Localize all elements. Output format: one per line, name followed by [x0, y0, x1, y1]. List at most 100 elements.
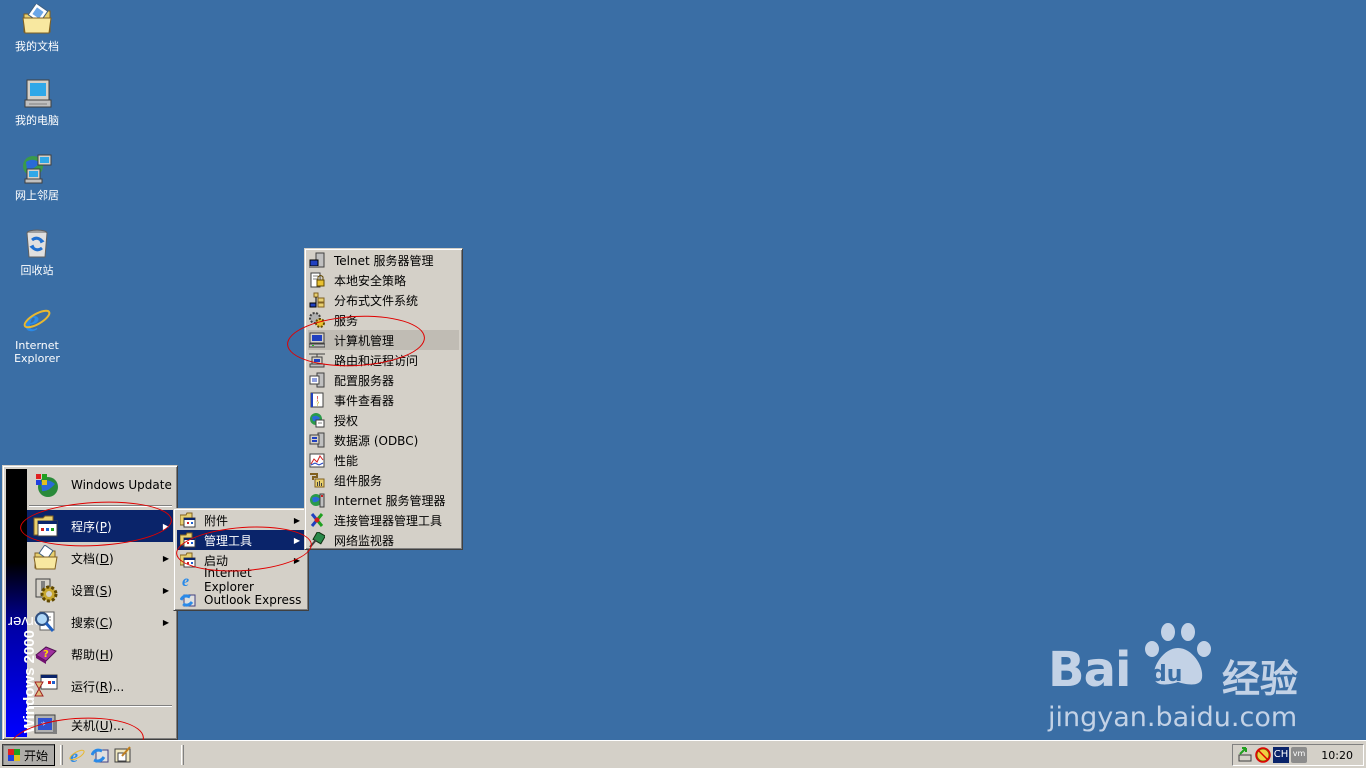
quicklaunch-ie[interactable]: e — [68, 746, 86, 766]
start-item-programs[interactable]: 程序(P) ▶ — [27, 510, 174, 542]
start-item-label: 程序(P) — [71, 519, 112, 534]
computer-management-icon — [308, 332, 326, 348]
start-item-documents[interactable]: 文档(D) ▶ — [27, 542, 174, 574]
admin-item-label: 组件服务 — [334, 473, 383, 488]
run-icon — [33, 673, 59, 699]
admin-item-performance[interactable]: 性能 — [308, 450, 459, 470]
desktop-icon-internet-explorer[interactable]: e Internet Explorer — [0, 302, 74, 365]
admin-item-label: 事件查看器 — [334, 393, 395, 408]
quicklaunch-show-desktop[interactable] — [114, 746, 132, 764]
windows-logo-icon — [7, 748, 21, 762]
start-button-label: 开始 — [24, 748, 49, 763]
svg-text:e: e — [182, 573, 189, 588]
outlook-express-icon — [179, 592, 196, 608]
help-icon: ? — [33, 641, 59, 667]
language-indicator[interactable]: CH — [1273, 747, 1289, 763]
desktop-icon-label: Explorer — [14, 352, 60, 365]
clock[interactable]: 10:20 — [1321, 749, 1353, 762]
ie-icon: e — [69, 746, 85, 766]
shutdown-icon: * — [33, 712, 59, 738]
admin-item-routing-remote-access[interactable]: 路由和远程访问 — [308, 350, 459, 370]
start-item-help[interactable]: ? 帮助(H) — [27, 638, 174, 670]
taskbar-grip[interactable] — [60, 745, 63, 765]
volume-muted-icon[interactable] — [1255, 747, 1271, 763]
admin-item-services[interactable]: 服务 — [308, 310, 459, 330]
start-item-label: 文档(D) — [71, 551, 114, 566]
watermark-product: 经验 — [1222, 657, 1299, 701]
admin-item-label: Telnet 服务器管理 — [334, 253, 434, 268]
telnet-server-icon — [309, 252, 325, 268]
watermark-du: du — [1151, 662, 1183, 687]
start-item-search[interactable]: 搜索(C) ▶ — [27, 606, 174, 638]
admin-item-label: 路由和远程访问 — [334, 353, 419, 368]
windows-update-icon — [33, 472, 59, 498]
watermark-brand: Bai — [1048, 642, 1131, 698]
start-item-windows-update[interactable]: Windows Update — [27, 469, 174, 501]
admin-item-component-services[interactable]: 组件服务 — [308, 470, 459, 490]
start-item-settings[interactable]: 设置(S) ▶ — [27, 574, 174, 606]
network-monitor-icon — [309, 530, 327, 548]
desktop-icon-label: 回收站 — [20, 264, 54, 277]
programs-menu: 附件 ▶ 管理工具 ▶ 启动 ▶ e Internet Explorer Out… — [173, 508, 309, 611]
programs-item-admin-tools[interactable]: 管理工具 ▶ — [177, 530, 305, 550]
taskbar-grip[interactable] — [181, 745, 184, 765]
admin-item-event-viewer[interactable]: !? 事件查看器 — [308, 390, 459, 410]
odbc-icon — [309, 432, 325, 448]
quicklaunch-outlook-express[interactable] — [90, 746, 109, 764]
event-viewer-icon: !? — [309, 392, 325, 408]
admin-item-label: 网络监视器 — [334, 533, 395, 548]
submenu-arrow-icon: ▶ — [162, 617, 169, 627]
desktop-icon-recycle-bin[interactable]: 回收站 — [0, 228, 74, 277]
programs-item-internet-explorer[interactable]: e Internet Explorer — [177, 566, 305, 594]
component-services-icon — [309, 472, 325, 488]
system-tray: CH vm 10:20 — [1232, 744, 1364, 766]
vmware-tools-icon[interactable]: vm — [1291, 747, 1307, 763]
desktop-icon-my-computer[interactable]: 我的电脑 — [0, 78, 74, 127]
admin-item-label: 性能 — [334, 453, 359, 468]
recycle-bin-icon — [21, 228, 53, 260]
network-places-icon — [21, 153, 53, 185]
show-desktop-icon — [114, 746, 131, 763]
admin-item-iis-manager[interactable]: Internet 服务管理器 — [308, 490, 459, 510]
admin-item-configure-server[interactable]: 配置服务器 — [308, 370, 459, 390]
svg-text:*: * — [41, 721, 46, 731]
submenu-arrow-icon: ▶ — [162, 553, 169, 563]
submenu-arrow-icon: ▶ — [162, 521, 169, 531]
ie-icon: e — [21, 302, 53, 338]
desktop-icon-label: 网上邻居 — [15, 189, 59, 202]
programs-item-outlook-express[interactable]: Outlook Express — [177, 590, 305, 610]
programs-item-label: 管理工具 — [204, 533, 253, 548]
desktop-icon-my-documents[interactable]: 我的文档 — [0, 2, 74, 53]
admin-item-local-security-policy[interactable]: 本地安全策略 — [308, 270, 459, 290]
my-documents-icon — [21, 2, 53, 36]
start-item-label: 关机(U)... — [71, 718, 125, 733]
menu-separator — [29, 705, 172, 707]
start-item-label: 运行(R)... — [71, 679, 125, 694]
desktop-icon-label: 我的文档 — [15, 40, 59, 53]
documents-icon — [33, 544, 59, 571]
submenu-arrow-icon: ▶ — [293, 515, 300, 525]
start-menu: Windows 2000 Server Windows Update 程序(P)… — [2, 465, 178, 740]
network-tray-icon[interactable] — [1237, 747, 1253, 763]
start-item-shutdown[interactable]: * 关机(U)... — [27, 709, 174, 741]
iis-manager-icon — [309, 492, 325, 508]
admin-item-network-monitor[interactable]: 网络监视器 — [308, 530, 459, 550]
licensing-icon — [309, 412, 325, 428]
watermark-url: jingyan.baidu.com — [1048, 702, 1298, 733]
admin-item-odbc[interactable]: 数据源 (ODBC) — [308, 430, 459, 450]
admin-item-label: 计算机管理 — [334, 333, 395, 348]
admin-tools-menu: Telnet 服务器管理 本地安全策略 分布式文件系统 服务 计算机管理 路由和… — [304, 248, 463, 550]
programs-item-accessories[interactable]: 附件 ▶ — [177, 510, 305, 530]
admin-item-computer-management[interactable]: 计算机管理 — [308, 330, 459, 350]
services-icon — [309, 312, 325, 328]
configure-server-icon — [309, 372, 325, 388]
admin-item-dfs[interactable]: 分布式文件系统 — [308, 290, 459, 310]
admin-item-connection-manager[interactable]: 连接管理器管理工具 — [308, 510, 459, 530]
desktop-icon-network-places[interactable]: 网上邻居 — [0, 153, 74, 202]
admin-item-licensing[interactable]: 授权 — [308, 410, 459, 430]
start-item-run[interactable]: 运行(R)... — [27, 670, 174, 702]
start-button[interactable]: 开始 — [2, 744, 55, 766]
start-item-label: 帮助(H) — [71, 647, 114, 662]
admin-item-telnet[interactable]: Telnet 服务器管理 — [308, 250, 459, 270]
start-item-label: 设置(S) — [71, 583, 112, 598]
